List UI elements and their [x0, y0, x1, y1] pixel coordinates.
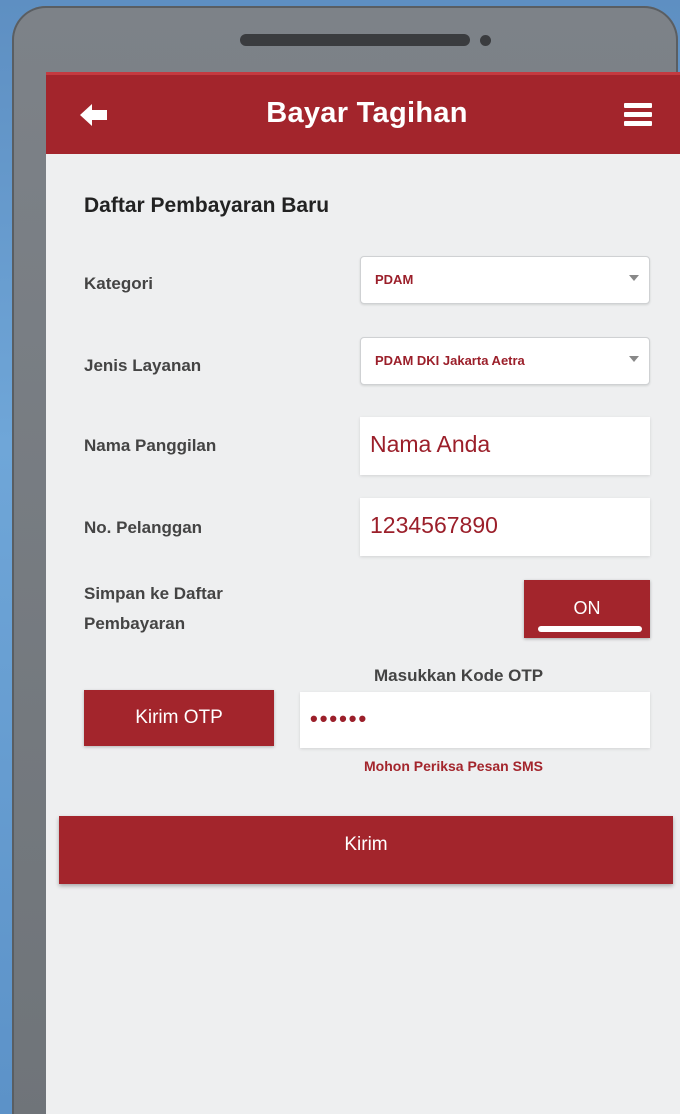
no-pelanggan-input[interactable]: 1234567890 [360, 498, 650, 556]
app-header: Bayar Tagihan [46, 72, 680, 154]
chevron-down-icon [629, 356, 639, 362]
submit-button[interactable]: Kirim [59, 816, 673, 884]
app-screen: Bayar Tagihan Daftar Pembayaran Baru Kat… [46, 72, 680, 1114]
simpan-label-line2: Pembayaran [84, 614, 186, 633]
phone-speaker [240, 34, 470, 46]
toggle-indicator [538, 626, 642, 632]
jenis-layanan-value: PDAM DKI Jakarta Aetra [375, 353, 525, 368]
phone-frame: Bayar Tagihan Daftar Pembayaran Baru Kat… [12, 6, 680, 1114]
otp-hint: Mohon Periksa Pesan SMS [364, 758, 543, 774]
nama-panggilan-value: Nama Anda [370, 431, 491, 457]
no-pelanggan-value: 1234567890 [370, 512, 498, 538]
kategori-value: PDAM [375, 272, 414, 287]
phone-camera [480, 35, 491, 46]
nama-panggilan-input[interactable]: Nama Anda [360, 417, 650, 475]
kategori-label: Kategori [84, 274, 153, 293]
kirim-otp-button[interactable]: Kirim OTP [84, 690, 274, 746]
section-title: Daftar Pembayaran Baru [84, 194, 330, 217]
jenis-layanan-label: Jenis Layanan [84, 356, 202, 375]
otp-input[interactable]: •••••• [300, 692, 650, 748]
chevron-down-icon [629, 275, 639, 281]
nama-panggilan-label: Nama Panggilan [84, 436, 217, 455]
simpan-toggle[interactable]: ON [524, 580, 650, 638]
hamburger-menu-icon[interactable] [624, 103, 652, 127]
kategori-select[interactable]: PDAM [360, 256, 650, 304]
simpan-label-line1: Simpan ke Daftar [84, 584, 223, 603]
jenis-layanan-select[interactable]: PDAM DKI Jakarta Aetra [360, 337, 650, 385]
no-pelanggan-label: No. Pelanggan [84, 518, 203, 537]
toggle-state: ON [573, 598, 601, 618]
page-title: Bayar Tagihan [266, 97, 468, 129]
otp-field-label: Masukkan Kode OTP [374, 666, 544, 685]
otp-value: •••••• [310, 706, 369, 731]
